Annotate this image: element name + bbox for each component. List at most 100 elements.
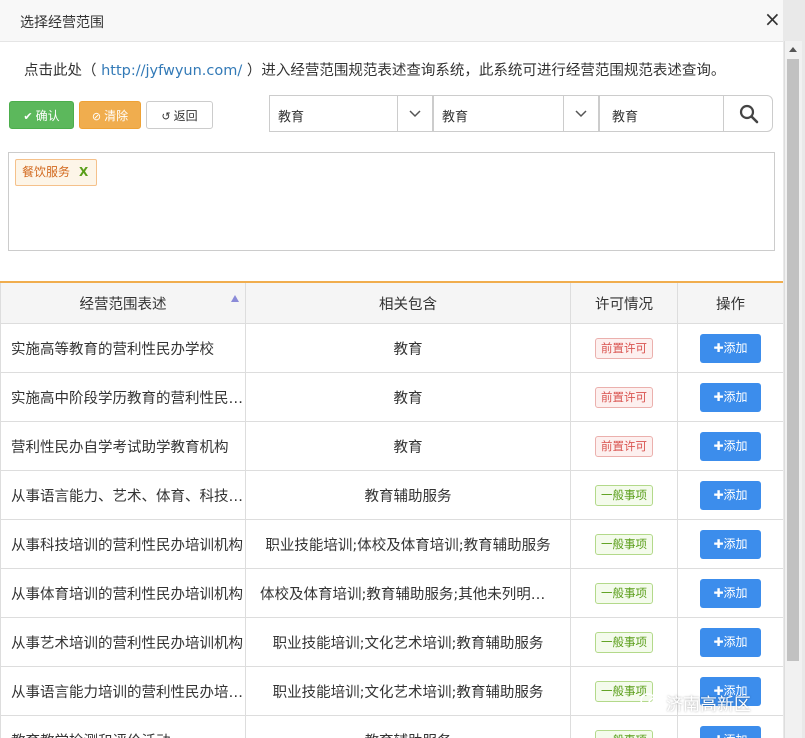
cell-permit: 一般事项 (570, 470, 678, 520)
cell-permit: 一般事项 (570, 568, 678, 618)
check-icon: ✔ (23, 110, 33, 123)
scope-table: 经营范围表述 相关包含 许可情况 操作 实施高等教育的营利性民办学校 教育 前置许可… (0, 281, 783, 738)
plus-icon: ✚ (713, 389, 724, 404)
add-label: 添加 (724, 733, 748, 738)
cell-related: 教育辅助服务 (245, 470, 571, 520)
permit-badge: 一般事项 (595, 631, 653, 653)
permit-badge: 一般事项 (595, 484, 653, 506)
cell-related: 教育 (245, 421, 571, 471)
column-header-permit: 许可情况 (570, 281, 678, 324)
plus-icon: ✚ (713, 585, 724, 600)
undo-icon: ↺ (161, 110, 171, 123)
info-text: 点击此处（ http://jyfwyun.com/ ）进入经营范围规范表述查询系… (24, 59, 725, 80)
close-icon[interactable]: × (764, 9, 781, 29)
dialog-titlebar: 选择经营范围 × (0, 0, 783, 42)
cell-permit: 一般事项 (570, 519, 678, 569)
cell-desc: 从事艺术培训的营利性民办培训机构 (0, 617, 246, 667)
cell-desc: 从事语言能力培训的营利性民办培训机构 (0, 666, 246, 716)
add-button[interactable]: ✚添加 (700, 382, 761, 412)
category-select-1-value: 教育 (278, 110, 305, 125)
cell-desc: 实施高等教育的营利性民办学校 (0, 323, 246, 373)
plus-icon: ✚ (713, 340, 724, 355)
plus-icon: ✚ (713, 487, 724, 502)
add-label: 添加 (723, 389, 748, 404)
clear-button[interactable]: ⊘ 清除 (79, 101, 141, 129)
selected-tag: 餐饮服务 X (15, 159, 98, 186)
add-button[interactable]: ✚添加 (700, 725, 761, 738)
cell-related: 职业技能培训;体校及体育培训;教育辅助服务 (245, 519, 571, 569)
ban-icon: ⊘ (91, 110, 102, 123)
wechat-icon (640, 692, 662, 715)
back-button[interactable]: ↺ 返回 (146, 101, 213, 129)
info-prefix: 点击此处（ (24, 63, 102, 79)
add-label: 添加 (723, 634, 748, 649)
cell-action: ✚添加 (677, 323, 783, 373)
cell-related: 职业技能培训;文化艺术培训;教育辅助服务 (245, 617, 571, 667)
vertical-scrollbar[interactable] (784, 41, 802, 738)
column-header-desc[interactable]: 经营范围表述 (0, 281, 246, 324)
category-select-1[interactable]: 教育 (269, 95, 433, 132)
search-button[interactable] (723, 96, 773, 131)
column-header-action: 操作 (677, 281, 783, 324)
scroll-up-icon[interactable] (785, 41, 802, 57)
cell-action: ✚添加 (677, 568, 783, 618)
permit-badge: 一般事项 (595, 533, 653, 555)
add-button[interactable]: ✚添加 (700, 578, 761, 608)
cell-related: 职业技能培训;文化艺术培训;教育辅助服务 (245, 666, 571, 716)
selected-tags-area: 餐饮服务 X (8, 152, 775, 251)
cell-desc: 实施高中阶段学历教育的营利性民办学校 (0, 372, 246, 422)
cell-permit: 一般事项 (570, 617, 678, 667)
add-label: 添加 (723, 340, 748, 355)
plus-icon: ✚ (713, 733, 723, 738)
permit-badge: 前置许可 (595, 337, 653, 359)
chevron-down-icon[interactable] (563, 96, 598, 131)
chevron-down-icon[interactable] (397, 96, 432, 131)
add-button[interactable]: ✚添加 (700, 480, 761, 510)
table-row: 从事体育培训的营利性民办培训机构 体校及体育培训;教育辅助服务;其他未列明教育 一般… (0, 568, 783, 618)
sort-asc-icon[interactable] (231, 295, 239, 302)
plus-icon: ✚ (713, 438, 724, 453)
category-select-2[interactable]: 教育 (433, 95, 599, 132)
selected-tag-label: 餐饮服务 (22, 165, 71, 179)
table-row: 教育教学检测和评价活动教育辅助服务一般事项 ✚添加 (0, 715, 783, 738)
permit-badge: 一般事项 (595, 582, 653, 604)
info-suffix: ）进入经营范围规范表述查询系统，此系统可进行经营范围规范表述查询。 (242, 63, 726, 79)
watermark-text: 济南高新区 (666, 695, 751, 715)
confirm-label: 确认 (35, 109, 60, 123)
back-label: 返回 (173, 109, 198, 123)
plus-icon: ✚ (713, 536, 724, 551)
confirm-button[interactable]: ✔ 确认 (9, 101, 74, 129)
cell-related: 教育辅助服务 (245, 715, 571, 738)
permit-badge: 前置许可 (595, 435, 653, 457)
table-row: 实施高等教育的营利性民办学校 教育 前置许可 ✚添加 (0, 323, 783, 373)
permit-badge: 一般事项 (595, 729, 653, 738)
table-row: 从事艺术培训的营利性民办培训机构 职业技能培训;文化艺术培训;教育辅助服务 一般事项… (0, 617, 783, 667)
table-row: 实施高中阶段学历教育的营利性民办学校教育 前置许可 ✚添加 (0, 372, 783, 422)
cell-desc: 教育教学检测和评价活动 (0, 715, 246, 738)
add-label: 添加 (723, 487, 748, 502)
cell-desc: 从事体育培训的营利性民办培训机构 (0, 568, 246, 618)
query-system-link[interactable]: http://jyfwyun.com/ (101, 63, 242, 79)
plus-icon: ✚ (713, 634, 724, 649)
cell-related: 体校及体育培训;教育辅助服务;其他未列明教育 (245, 568, 571, 618)
cell-action: ✚添加 (677, 715, 783, 738)
add-button[interactable]: ✚添加 (700, 529, 761, 559)
scrollbar-thumb[interactable] (787, 59, 799, 661)
cell-desc: 从事语言能力、艺术、体育、科技培训 (0, 470, 246, 520)
add-button[interactable]: ✚添加 (700, 431, 761, 461)
clear-label: 清除 (104, 109, 129, 123)
cell-action: ✚添加 (677, 617, 783, 667)
search-input-value: 教育 (612, 110, 639, 125)
category-select-2-value: 教育 (442, 110, 469, 125)
table-row: 从事语言能力、艺术、体育、科技培训 教育辅助服务 一般事项 ✚添加 (0, 470, 783, 520)
cell-permit: 前置许可 (570, 323, 678, 373)
scope-dialog: 选择经营范围 × 点击此处（ http://jyfwyun.com/ ）进入经营… (0, 0, 783, 738)
cell-desc: 从事科技培训的营利性民办培训机构 (0, 519, 246, 569)
cell-desc: 营利性民办自学考试助学教育机构 (0, 421, 246, 471)
search-icon (739, 104, 759, 124)
add-button[interactable]: ✚添加 (700, 333, 761, 363)
cell-permit: 前置许可 (570, 421, 678, 471)
remove-tag-icon[interactable]: X (79, 165, 88, 179)
add-button[interactable]: ✚添加 (700, 627, 761, 657)
table-row: 从事科技培训的营利性民办培训机构 职业技能培训;体校及体育培训;教育辅助服务 一般事… (0, 519, 783, 569)
